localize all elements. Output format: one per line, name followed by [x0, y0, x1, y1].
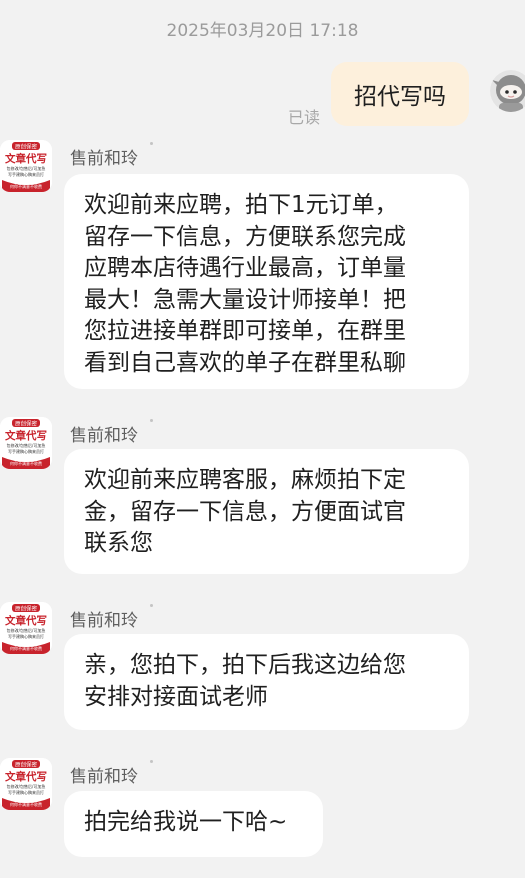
self-avatar[interactable]	[490, 70, 525, 112]
shop-logo-line1: 包修改/包售后/可加急	[7, 442, 46, 448]
message-timestamp: 2025年03月20日 17:18	[166, 21, 359, 41]
shop-logo-bottom-text: 何你不满意不收费	[10, 460, 42, 466]
message-line: 安排对接面试老师	[84, 683, 268, 710]
read-status: 已读	[288, 108, 321, 127]
shop-avatar[interactable]: 原创保密 文章代写 包修改/包售后/可加急 写手建稿心稿来员打 何你不满意不收费	[0, 140, 52, 192]
shop-logo-top-text: 原创保密	[15, 605, 38, 613]
shop-logo-line2: 写手建稿心稿来员打	[8, 789, 44, 795]
shop-logo-line2: 写手建稿心稿来员打	[8, 448, 44, 454]
shop-logo-bottom-text: 何你不满意不收费	[10, 645, 42, 651]
shop-avatar[interactable]: 原创保密 文章代写 包修改/包售后/可加急 写手建稿心稿来员打 何你不满意不收费	[0, 417, 52, 469]
shop-logo-bottom-text: 何你不满意不收费	[10, 183, 42, 189]
message-line: 最大！急需大量设计师接单！把	[84, 286, 406, 313]
incoming-message-bubble[interactable]: 欢迎前来应聘，拍下1元订单， 留存一下信息，方便联系您完成 应聘本店待遇行业最高…	[64, 174, 469, 389]
ninja-avatar-icon	[490, 70, 525, 112]
shop-logo-icon: 原创保密 文章代写 包修改/包售后/可加急 写手建稿心稿来员打 何你不满意不收费	[0, 140, 52, 192]
message-line: 您拉进接单群即可接单，在群里	[84, 318, 406, 344]
sender-dot	[150, 142, 153, 145]
sender-name: 售前和玲	[70, 611, 138, 631]
shop-logo-top-text: 原创保密	[15, 143, 38, 151]
incoming-message-bubble[interactable]: 亲，您拍下，拍下后我这边给您 安排对接面试老师	[64, 634, 469, 730]
shop-logo-line1: 包修改/包售后/可加急	[7, 783, 46, 789]
shop-logo-icon: 原创保密 文章代写 包修改/包售后/可加急 写手建稿心稿来员打 何你不满意不收费	[0, 602, 52, 654]
message-line: 拍完给我说一下哈~	[84, 809, 288, 835]
shop-logo-main-text: 文章代写	[4, 152, 47, 165]
sender-dot	[150, 419, 153, 422]
shop-logo-line2: 写手建稿心稿来员打	[8, 633, 44, 639]
message-line: 留存一下信息，方便联系您完成	[84, 223, 406, 250]
sender-name: 售前和玲	[70, 767, 138, 787]
shop-logo-top-text: 原创保密	[15, 761, 38, 769]
outgoing-message-bubble[interactable]: 招代写吗	[331, 62, 469, 126]
shop-avatar[interactable]: 原创保密 文章代写 包修改/包售后/可加急 写手建稿心稿来员打 何你不满意不收费	[0, 758, 52, 810]
shop-logo-top-text: 原创保密	[15, 420, 38, 428]
message-line: 欢迎前来应聘，拍下1元订单，	[84, 192, 398, 218]
shop-logo-line1: 包修改/包售后/可加急	[7, 627, 46, 633]
shop-logo-line2: 写手建稿心稿来员打	[8, 171, 44, 177]
outgoing-message-text: 招代写吗	[354, 84, 446, 110]
message-line: 联系您	[84, 530, 153, 556]
shop-logo-line1: 包修改/包售后/可加急	[7, 165, 46, 171]
shop-avatar[interactable]: 原创保密 文章代写 包修改/包售后/可加急 写手建稿心稿来员打 何你不满意不收费	[0, 602, 52, 654]
shop-logo-main-text: 文章代写	[4, 429, 47, 442]
shop-logo-icon: 原创保密 文章代写 包修改/包售后/可加急 写手建稿心稿来员打 何你不满意不收费	[0, 417, 52, 469]
shop-logo-main-text: 文章代写	[4, 614, 47, 627]
shop-logo-bottom-text: 何你不满意不收费	[10, 801, 42, 807]
incoming-message-bubble[interactable]: 欢迎前来应聘客服，麻烦拍下定 金，留存一下信息，方便面试官 联系您	[64, 449, 469, 574]
sender-name: 售前和玲	[70, 426, 138, 446]
incoming-message-bubble[interactable]: 拍完给我说一下哈~	[64, 791, 323, 857]
message-line: 看到自己喜欢的单子在群里私聊	[84, 349, 406, 376]
message-line: 金，留存一下信息，方便面试官	[84, 498, 406, 525]
chat-area[interactable]: 2025年03月20日 17:18 招代写吗 已读 原创保密 文章代写 包修改/…	[0, 0, 525, 878]
message-line: 亲，您拍下，拍下后我这边给您	[84, 652, 406, 678]
sender-dot	[150, 760, 153, 763]
shop-logo-icon: 原创保密 文章代写 包修改/包售后/可加急 写手建稿心稿来员打 何你不满意不收费	[0, 758, 52, 810]
sender-name: 售前和玲	[70, 149, 138, 169]
message-line: 应聘本店待遇行业最高，订单量	[84, 255, 406, 281]
shop-logo-main-text: 文章代写	[4, 770, 47, 783]
message-line: 欢迎前来应聘客服，麻烦拍下定	[84, 467, 406, 493]
sender-dot	[150, 604, 153, 607]
